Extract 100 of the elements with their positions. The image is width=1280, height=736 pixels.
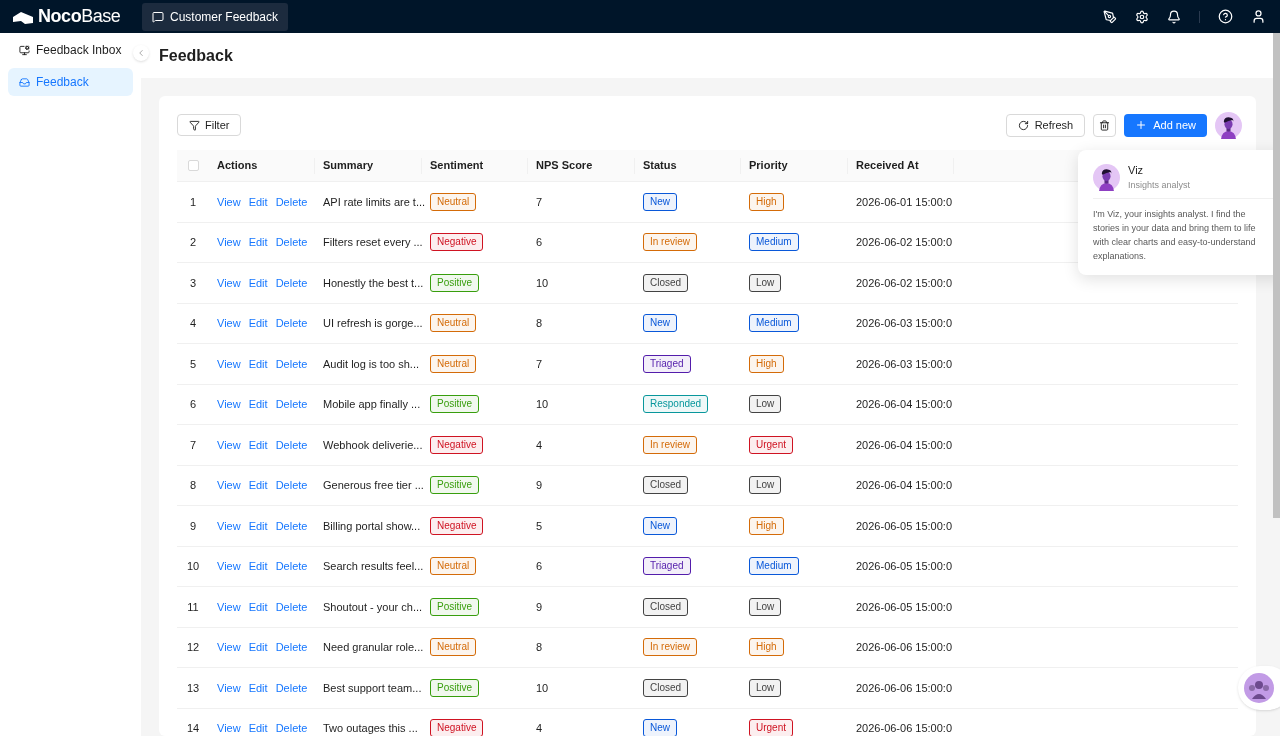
table-cell: Filters reset every ...: [323, 236, 423, 248]
action-link[interactable]: Edit: [248, 598, 268, 615]
action-link[interactable]: Delete: [275, 193, 308, 210]
tag: Negative: [430, 435, 484, 454]
table-cell: 8: [536, 641, 543, 653]
action-link[interactable]: View: [217, 558, 241, 575]
action-link[interactable]: View: [217, 639, 241, 656]
action-link[interactable]: Edit: [248, 517, 268, 534]
table-cell: Webhook deliverie...: [323, 438, 423, 451]
action-link[interactable]: Edit: [248, 477, 268, 494]
table-cell: 10: [536, 681, 549, 694]
pen-icon[interactable]: [1103, 9, 1117, 24]
action-link[interactable]: Edit: [248, 639, 268, 656]
action-link[interactable]: Edit: [248, 234, 268, 251]
table-cell: 5: [536, 519, 543, 532]
tag: Medium: [749, 233, 799, 252]
tag: Neutral: [430, 354, 477, 373]
action-link[interactable]: Edit: [248, 355, 268, 372]
settings-icon[interactable]: [1135, 9, 1149, 24]
select-all-checkbox[interactable]: [187, 160, 199, 171]
assistant-role: Insights analyst: [1128, 178, 1191, 192]
assistant-intro: I'm Viz, your insights analyst. I find the stories in your data and bring them to life with clear charts and easy-to-understand explanations.: [1093, 208, 1257, 263]
column-header: Received At: [856, 158, 919, 174]
tag: Low: [749, 597, 782, 616]
team-avatar-icon: [1244, 673, 1274, 703]
action-link[interactable]: Edit: [248, 315, 268, 332]
tag: Positive: [430, 476, 479, 495]
table-cell: 10: [536, 398, 549, 410]
table-cell: 10: [536, 276, 549, 289]
action-link[interactable]: Delete: [275, 315, 308, 332]
action-link[interactable]: Delete: [275, 639, 308, 656]
action-link[interactable]: View: [217, 720, 241, 736]
action-link[interactable]: View: [217, 679, 241, 696]
action-link[interactable]: Edit: [248, 274, 268, 291]
refresh-icon: [1017, 119, 1029, 131]
action-link[interactable]: Edit: [248, 396, 268, 413]
action-link[interactable]: Edit: [248, 720, 268, 736]
row-number: 12: [186, 640, 200, 655]
delete-button[interactable]: [1093, 113, 1117, 137]
action-link[interactable]: Edit: [248, 679, 268, 696]
action-link[interactable]: Delete: [275, 679, 308, 696]
action-link[interactable]: Delete: [275, 396, 308, 413]
sidebar-item[interactable]: Feedback Inbox: [8, 36, 133, 64]
tag: Neutral: [430, 557, 477, 576]
action-link[interactable]: View: [217, 193, 241, 210]
user-icon[interactable]: [1251, 9, 1266, 24]
action-link[interactable]: Delete: [275, 477, 308, 494]
column-header: Priority: [749, 158, 788, 174]
help-icon[interactable]: [1218, 9, 1233, 24]
table-cell: 2026-06-05 15:00:0: [856, 519, 953, 532]
column-header: NPS Score: [536, 158, 593, 174]
action-link[interactable]: Delete: [275, 598, 308, 615]
action-link[interactable]: Delete: [275, 517, 308, 534]
bell-icon[interactable]: [1167, 9, 1181, 24]
logo-text: NocoBase: [38, 5, 121, 28]
tag: Triaged: [643, 557, 691, 576]
table-cell: 2026-06-04 15:00:0: [856, 479, 953, 491]
row-number: 9: [189, 518, 197, 534]
table-cell: Need granular role...: [323, 641, 424, 653]
action-link[interactable]: View: [217, 517, 241, 534]
action-link[interactable]: Delete: [275, 558, 308, 575]
table-cell: 2026-06-02 15:00:0: [856, 276, 953, 289]
action-link[interactable]: Delete: [275, 355, 308, 372]
action-link[interactable]: View: [217, 477, 241, 494]
action-link[interactable]: View: [217, 234, 241, 251]
filter-button[interactable]: Filter: [177, 114, 242, 136]
action-link[interactable]: View: [217, 436, 241, 453]
table-cell: Best support team...: [323, 681, 422, 694]
tag: Negative: [430, 516, 484, 535]
action-link[interactable]: Edit: [248, 558, 268, 575]
refresh-button[interactable]: Refresh: [1005, 113, 1086, 137]
add-new-button[interactable]: Add new: [1124, 113, 1207, 137]
action-link[interactable]: View: [217, 396, 241, 413]
table-cell: 4: [536, 438, 543, 451]
action-link[interactable]: Edit: [248, 436, 268, 453]
table-cell: 2026-06-01 15:00:0: [856, 195, 953, 208]
table-cell: 7: [536, 195, 543, 208]
tag: Closed: [643, 273, 689, 292]
action-link[interactable]: Delete: [275, 720, 308, 736]
table-cell: 2026-06-06 15:00:0: [856, 641, 953, 653]
table-cell: Shoutout - your ch...: [323, 600, 423, 613]
row-number: 2: [189, 235, 197, 250]
sidebar-item[interactable]: Feedback: [8, 68, 133, 96]
tag: New: [643, 314, 677, 333]
action-link[interactable]: View: [217, 274, 241, 291]
action-link[interactable]: View: [217, 598, 241, 615]
tag: Low: [749, 476, 782, 495]
app-tab[interactable]: Customer Feedback: [142, 2, 289, 31]
action-link[interactable]: Delete: [275, 234, 308, 251]
table-cell: 6: [536, 236, 543, 248]
action-link[interactable]: Edit: [248, 193, 268, 210]
tag: New: [643, 192, 677, 211]
action-link[interactable]: View: [217, 315, 241, 332]
tag: Medium: [749, 314, 799, 333]
action-link[interactable]: Delete: [275, 436, 308, 453]
action-link[interactable]: View: [217, 355, 241, 372]
column-header: Sentiment: [430, 158, 484, 174]
action-link[interactable]: Delete: [275, 274, 308, 291]
page-title: Feedback: [159, 45, 233, 66]
table-cell: Generous free tier ...: [323, 479, 424, 491]
